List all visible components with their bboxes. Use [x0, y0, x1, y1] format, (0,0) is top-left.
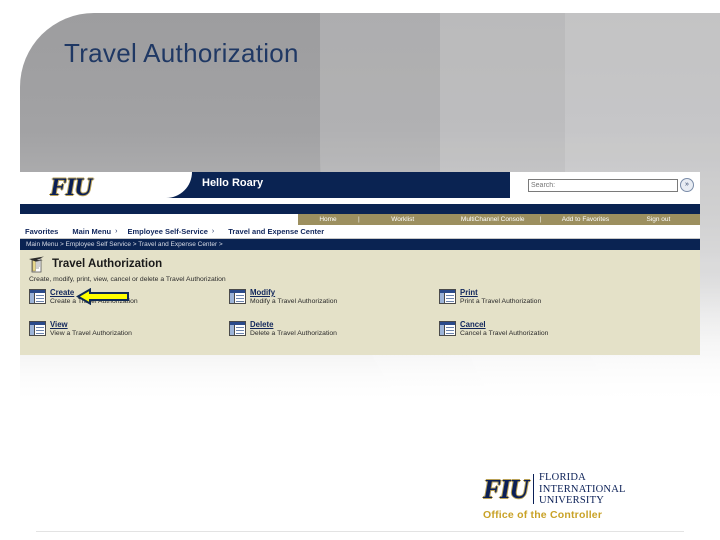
chevron-right-icon: ›	[115, 228, 118, 235]
action-link-delete[interactable]: Delete Delete a Travel Authorization	[229, 320, 439, 352]
logo-divider	[533, 474, 535, 505]
search-input[interactable]	[528, 178, 678, 192]
yellow-callout-arrow-icon	[76, 288, 129, 305]
greeting-text: Hello Roary	[202, 177, 264, 189]
action-link-desc: Modify a Travel Authorization	[250, 298, 338, 305]
embedded-screenshot: FIU Hello Roary » Home | Worklist MultiC…	[20, 172, 700, 355]
footer-logo-line-1: FLORIDA	[539, 472, 586, 483]
action-link-desc: View a Travel Authorization	[50, 330, 132, 337]
footer-logo: FIU FLORIDA INTERNATIONAL UNIVERSITY Off…	[483, 472, 683, 532]
nav-item-employee-self-service[interactable]: Employee Self-Service	[127, 227, 207, 236]
document-window-icon	[29, 321, 46, 336]
menu-item-multichannel-console[interactable]: MultiChannel Console	[446, 216, 540, 223]
content-panel: Travel Authorization Create, modify, pri…	[20, 250, 700, 355]
action-link-title[interactable]: Modify	[250, 288, 275, 297]
document-window-icon	[29, 289, 46, 304]
content-heading: Travel Authorization	[52, 258, 163, 270]
action-link-view[interactable]: View View a Travel Authorization	[29, 320, 229, 352]
menu-item-sign-out[interactable]: Sign out	[629, 216, 687, 223]
search-area: »	[528, 178, 694, 192]
nav-item-travel-and-expense-center[interactable]: Travel and Expense Center	[228, 227, 324, 236]
fiu-logo-mark: FIU	[483, 473, 529, 504]
gold-menu-bar: Home | Worklist MultiChannel Console | A…	[20, 214, 700, 225]
footer-logo-line-3: UNIVERSITY	[539, 495, 605, 507]
action-link-desc: Delete a Travel Authorization	[250, 330, 337, 337]
content-description: Create, modify, print, view, cancel or d…	[29, 276, 226, 283]
menu-separator: |	[539, 216, 542, 223]
menu-item-worklist[interactable]: Worklist	[360, 216, 446, 223]
primary-nav: Favorites Main Menu › Employee Self-Serv…	[20, 225, 700, 239]
airplane-clipboard-icon	[28, 255, 46, 273]
app-header: FIU Hello Roary »	[20, 172, 700, 204]
action-link-title[interactable]: View	[50, 320, 68, 329]
fiu-logo: FIU	[50, 174, 92, 201]
action-links-grid: Create Create a Travel Authorization Mod…	[20, 288, 700, 352]
action-link-create[interactable]: Create Create a Travel Authorization	[29, 288, 229, 320]
action-link-cancel[interactable]: Cancel Cancel a Travel Authorization	[439, 320, 700, 352]
action-link-modify[interactable]: Modify Modify a Travel Authorization	[229, 288, 439, 320]
document-window-icon	[439, 321, 456, 336]
slide-canvas: Travel Authorization FIU Hello Roary » H…	[0, 0, 720, 540]
action-link-title[interactable]: Print	[460, 288, 478, 297]
document-window-icon	[439, 289, 456, 304]
action-link-print[interactable]: Print Print a Travel Authorization	[439, 288, 700, 320]
nav-item-favorites[interactable]: Favorites	[25, 227, 58, 236]
chevron-right-icon: ›	[211, 228, 215, 235]
greeting-banner: Hello Roary	[150, 172, 510, 198]
action-link-desc: Cancel a Travel Authorization	[460, 330, 549, 337]
action-link-title[interactable]: Cancel	[460, 320, 486, 329]
action-link-title[interactable]: Create	[50, 288, 74, 297]
search-go-icon[interactable]: »	[680, 178, 694, 192]
content-header: Travel Authorization	[20, 250, 700, 273]
breadcrumb: Main Menu > Employee Self Service > Trav…	[20, 239, 700, 250]
nav-item-main-menu[interactable]: Main Menu	[72, 227, 111, 236]
action-link-title[interactable]: Delete	[250, 320, 273, 329]
footer-logo-line-2: INTERNATIONAL	[539, 483, 626, 495]
page-title: Travel Authorization	[64, 38, 299, 68]
menu-separator: |	[358, 216, 360, 223]
document-window-icon	[229, 289, 246, 304]
menu-item-home[interactable]: Home	[298, 216, 358, 223]
document-window-icon	[229, 321, 246, 336]
menu-item-add-to-favorites[interactable]: Add to Favorites	[541, 216, 629, 223]
breadcrumb-text[interactable]: Main Menu > Employee Self Service > Trav…	[26, 241, 223, 248]
footer-tagline: Office of the Controller	[483, 508, 603, 521]
navy-divider-bar	[20, 204, 700, 214]
footer-divider	[36, 531, 684, 532]
action-link-desc: Print a Travel Authorization	[460, 298, 542, 305]
